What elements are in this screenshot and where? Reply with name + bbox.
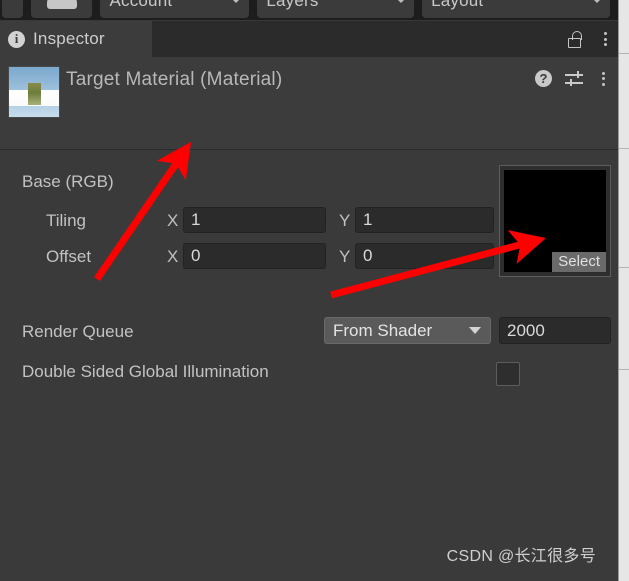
info-icon: i: [8, 30, 25, 48]
chevron-down-icon: [397, 0, 406, 3]
layers-dropdown[interactable]: Layers: [257, 0, 415, 18]
preset-settings-icon[interactable]: [565, 71, 583, 86]
window-right-edge: [618, 0, 629, 581]
account-dropdown-label: Account: [109, 0, 173, 10]
page-title: Target Material (Material): [66, 69, 283, 90]
tiling-y-axis-label: Y: [339, 211, 351, 230]
texture-select-button[interactable]: Select: [552, 252, 606, 272]
watermark: CSDN @长江很多号: [446, 548, 596, 565]
tiling-label: Tiling: [46, 211, 86, 230]
material-header: Target Material (Material) ? Shader Unli…: [0, 57, 618, 195]
material-properties-panel: Base (RGB) Tiling X 1 Y 1 Offset X 0 Y 0…: [0, 149, 618, 581]
double-sided-gi-checkbox[interactable]: [496, 362, 520, 386]
tab-inspector-label: Inspector: [33, 29, 105, 48]
chevron-down-icon: [232, 0, 241, 3]
double-sided-gi-label: Double Sided Global Illumination: [22, 362, 269, 381]
texture-preview: Select: [504, 170, 606, 272]
lock-open-icon[interactable]: [568, 30, 584, 48]
unity-inspector-window: Account Layers Layout i Inspector Target…: [0, 0, 629, 581]
preview-object: [28, 83, 41, 105]
inspector-tab-strip: i Inspector: [0, 21, 618, 57]
render-queue-dropdown[interactable]: From Shader: [324, 317, 491, 344]
cloud-icon: [46, 0, 77, 9]
base-rgb-label: Base (RGB): [22, 172, 114, 191]
tiling-x-axis-label: X: [167, 211, 179, 230]
tiling-y-input[interactable]: 1: [355, 207, 494, 233]
help-icon[interactable]: ?: [535, 70, 552, 87]
offset-y-input[interactable]: 0: [355, 243, 494, 269]
material-preview-thumbnail[interactable]: [8, 66, 60, 118]
offset-y-axis-label: Y: [339, 247, 351, 266]
offset-x-input[interactable]: 0: [183, 243, 326, 269]
tab-inspector[interactable]: i Inspector: [0, 21, 152, 57]
tiling-x-input[interactable]: 1: [183, 207, 326, 233]
render-queue-value-input[interactable]: 2000: [499, 317, 611, 344]
inspector-tab-actions: [568, 21, 612, 57]
chevron-down-icon: [593, 0, 602, 3]
layers-dropdown-label: Layers: [266, 0, 319, 10]
layout-dropdown-label: Layout: [431, 0, 484, 10]
cloud-button[interactable]: [31, 0, 93, 18]
unity-main-toolbar: Account Layers Layout: [0, 0, 618, 20]
toolbar-square-button[interactable]: [2, 0, 24, 18]
chevron-down-icon: [469, 327, 481, 334]
render-queue-label: Render Queue: [22, 322, 134, 341]
offset-label: Offset: [46, 247, 92, 266]
kebab-menu-icon[interactable]: [596, 71, 610, 86]
render-queue-dropdown-value: From Shader: [333, 320, 433, 340]
layout-dropdown[interactable]: Layout: [422, 0, 611, 18]
kebab-menu-icon[interactable]: [598, 32, 612, 46]
offset-x-axis-label: X: [167, 247, 179, 266]
account-dropdown[interactable]: Account: [100, 0, 250, 18]
material-header-actions: ?: [535, 70, 610, 87]
texture-slot[interactable]: Select: [499, 165, 611, 277]
